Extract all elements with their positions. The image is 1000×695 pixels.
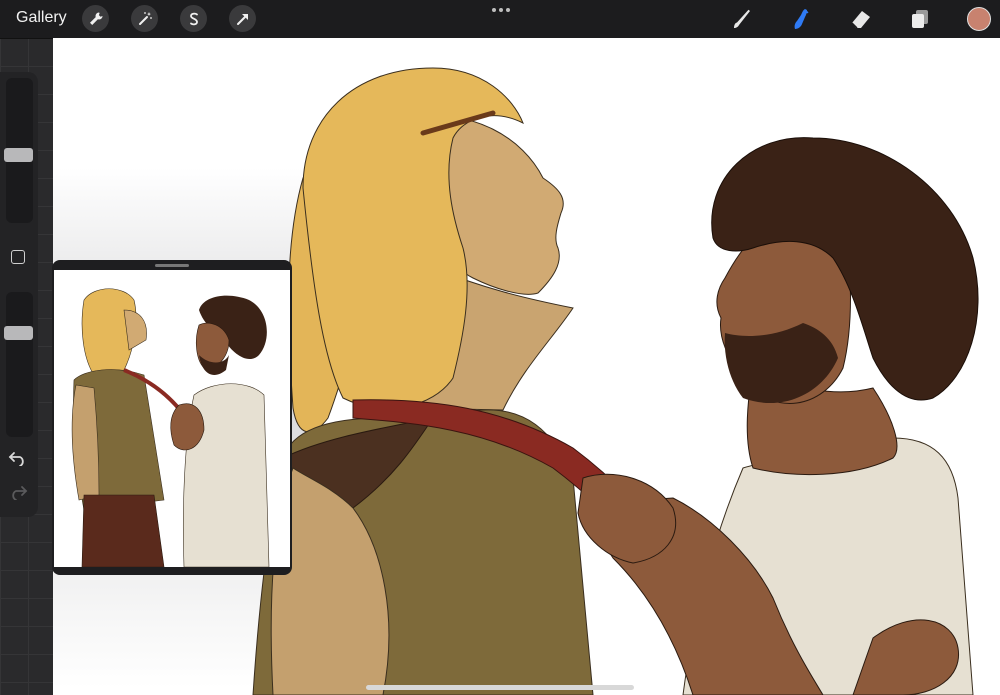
brush-icon[interactable] bbox=[729, 6, 755, 32]
home-indicator[interactable] bbox=[366, 685, 634, 690]
selection-icon[interactable] bbox=[180, 5, 207, 32]
opacity-thumb[interactable] bbox=[4, 326, 33, 340]
undo-icon[interactable] bbox=[8, 450, 28, 466]
color-picker-swatch[interactable] bbox=[967, 7, 991, 31]
brush-size-thumb[interactable] bbox=[4, 148, 33, 162]
eraser-icon[interactable] bbox=[848, 6, 874, 32]
wrench-icon[interactable] bbox=[82, 5, 109, 32]
reference-drag-handle[interactable] bbox=[155, 264, 189, 267]
top-toolbar: Gallery bbox=[0, 0, 1000, 39]
brush-size-slider[interactable] bbox=[4, 78, 33, 223]
transform-arrow-icon[interactable] bbox=[229, 5, 256, 32]
magic-wand-icon[interactable] bbox=[131, 5, 158, 32]
more-options-icon[interactable] bbox=[490, 4, 512, 16]
opacity-slider[interactable] bbox=[4, 292, 33, 437]
smudge-icon[interactable] bbox=[788, 6, 814, 32]
left-sidebar bbox=[0, 72, 38, 517]
reference-image bbox=[54, 270, 290, 568]
layers-icon[interactable] bbox=[907, 6, 933, 32]
reference-window[interactable] bbox=[52, 260, 292, 575]
gallery-button[interactable]: Gallery bbox=[16, 9, 67, 27]
modify-button[interactable] bbox=[11, 250, 25, 264]
redo-icon[interactable] bbox=[8, 484, 28, 500]
